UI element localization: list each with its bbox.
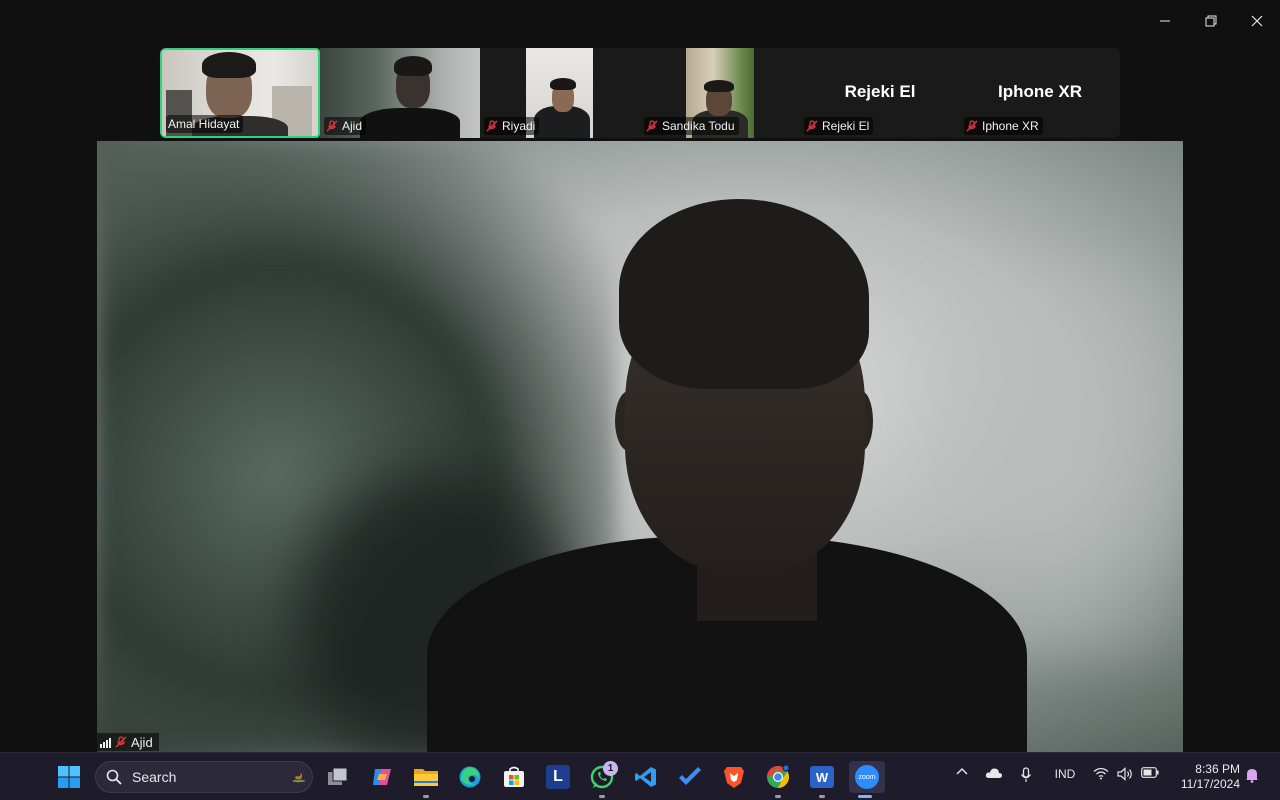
task-view-button[interactable] xyxy=(322,761,354,793)
deer-highlight-icon xyxy=(292,771,306,783)
search-label: Search xyxy=(132,769,177,785)
chrome-button[interactable] xyxy=(762,761,794,798)
participant-tile-amal-hidayat[interactable]: Amal Hidayat xyxy=(160,48,320,138)
microphone-button[interactable] xyxy=(1018,767,1034,783)
show-hidden-icons-button[interactable] xyxy=(954,767,970,775)
copilot-icon xyxy=(373,769,391,785)
participant-name-tag: Ajid xyxy=(324,117,367,135)
participant-name: Riyadi xyxy=(502,119,536,133)
restore-button[interactable] xyxy=(1188,6,1234,36)
restore-icon xyxy=(1205,15,1217,27)
windows-taskbar: Search L 1 W zoom IND 8:36 PM 11/17/2024 xyxy=(0,752,1280,800)
file-explorer-icon xyxy=(414,769,438,786)
participant-tile-sandika-todu[interactable]: Sandika Todu xyxy=(640,48,800,138)
speaker-name: Ajid xyxy=(131,734,153,750)
muted-mic-icon xyxy=(326,120,338,132)
microphone-icon xyxy=(1021,767,1031,782)
whatsapp-button[interactable]: 1 xyxy=(586,761,618,798)
zoom-icon: zoom xyxy=(855,765,879,789)
battery-icon xyxy=(1141,767,1159,778)
search-icon xyxy=(106,769,122,785)
participant-tile-rejeki-el[interactable]: Rejeki El Rejeki El xyxy=(800,48,960,138)
participant-name: Rejeki El xyxy=(822,119,870,133)
muted-mic-icon xyxy=(115,736,127,748)
start-button[interactable] xyxy=(53,761,85,793)
participant-name: Ajid xyxy=(342,119,363,133)
speaker-name-tag: Ajid xyxy=(97,733,159,751)
wifi-icon xyxy=(1093,767,1109,780)
onedrive-button[interactable] xyxy=(984,767,1004,779)
microsoft-store-icon xyxy=(504,766,524,787)
brave-icon xyxy=(724,767,744,788)
participant-name-tag: Iphone XR xyxy=(964,117,1043,135)
participant-gallery: Amal Hidayat Ajid Riyadi Sandika Todu Re… xyxy=(160,48,1120,138)
clock-date: 11/17/2024 xyxy=(1180,777,1240,791)
speaker-icon xyxy=(1116,767,1132,781)
clock-time: 8:36 PM xyxy=(1195,762,1240,776)
chrome-icon xyxy=(767,764,790,788)
muted-mic-icon xyxy=(966,120,978,132)
chevron-up-icon xyxy=(956,768,968,775)
participant-tile-ajid[interactable]: Ajid xyxy=(320,48,480,138)
volume-button[interactable] xyxy=(1116,767,1134,781)
todo-button[interactable] xyxy=(674,761,706,793)
active-speaker-video[interactable] xyxy=(97,141,1183,752)
cloud-icon xyxy=(985,768,1003,778)
taskbar-search-box[interactable]: Search xyxy=(95,761,313,793)
participant-tile-iphone-xr[interactable]: Iphone XR Iphone XR xyxy=(960,48,1120,138)
participant-name-tag: Riyadi xyxy=(484,117,540,135)
zoom-meeting-window: Amal Hidayat Ajid Riyadi Sandika Todu Re… xyxy=(0,0,1280,800)
participant-name: Sandika Todu xyxy=(662,119,735,133)
muted-mic-icon xyxy=(806,120,818,132)
participant-name: Amal Hidayat xyxy=(168,117,240,131)
todo-icon xyxy=(679,767,701,785)
word-button[interactable]: W xyxy=(806,761,838,798)
participant-display-name: Rejeki El xyxy=(844,82,916,101)
muted-mic-icon xyxy=(646,120,658,132)
taskbar-clock[interactable]: 8:36 PM 11/17/2024 xyxy=(1172,762,1240,792)
vscode-icon xyxy=(635,767,656,787)
wifi-button[interactable] xyxy=(1092,767,1110,780)
connection-signal-icon xyxy=(100,737,111,748)
task-view-icon xyxy=(328,767,348,785)
participant-name-tag: Amal Hidayat xyxy=(166,115,244,133)
muted-mic-icon xyxy=(486,120,498,132)
participant-name-tag: Rejeki El xyxy=(804,117,874,135)
close-icon xyxy=(1251,15,1263,27)
l-app-button[interactable]: L xyxy=(542,761,574,793)
file-explorer-button[interactable] xyxy=(410,761,442,798)
microsoft-store-button[interactable] xyxy=(498,761,530,793)
l-app-icon: L xyxy=(546,765,570,789)
participant-name-tag: Sandika Todu xyxy=(644,117,739,135)
minimize-button[interactable] xyxy=(1142,6,1188,36)
edge-button[interactable] xyxy=(454,761,486,793)
copilot-button[interactable] xyxy=(366,761,398,793)
bell-icon xyxy=(1246,769,1258,783)
vscode-button[interactable] xyxy=(630,761,662,793)
notification-badge: 1 xyxy=(603,761,618,776)
word-icon: W xyxy=(810,766,834,788)
participant-tile-riyadi[interactable]: Riyadi xyxy=(480,48,640,138)
input-language-indicator[interactable]: IND xyxy=(1050,767,1080,781)
close-button[interactable] xyxy=(1234,6,1280,36)
zoom-button[interactable]: zoom xyxy=(849,761,885,798)
notifications-button[interactable] xyxy=(1244,767,1260,783)
participant-display-name: Iphone XR xyxy=(997,82,1083,101)
participant-name: Iphone XR xyxy=(982,119,1039,133)
minimize-icon xyxy=(1160,20,1170,22)
battery-button[interactable] xyxy=(1140,767,1160,778)
windows-start-icon xyxy=(58,766,80,788)
edge-icon xyxy=(459,766,481,788)
brave-button[interactable] xyxy=(718,761,750,793)
